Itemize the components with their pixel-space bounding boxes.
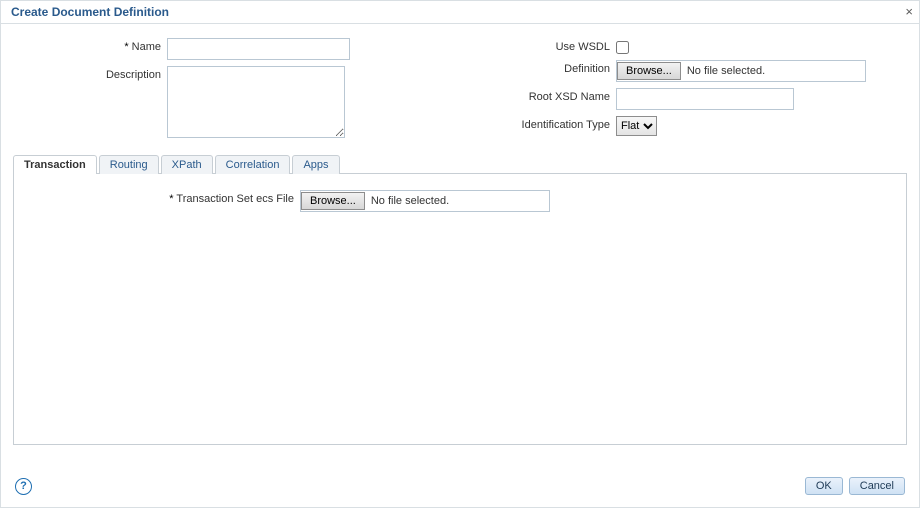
use-wsdl-label: Use WSDL [460, 38, 616, 53]
definition-file-field: Browse... No file selected. [616, 60, 866, 82]
tab-transaction[interactable]: Transaction [13, 155, 97, 174]
left-column: * Name Description [11, 38, 460, 144]
cancel-button[interactable]: Cancel [849, 477, 905, 495]
root-xsd-label: Root XSD Name [460, 88, 616, 103]
use-wsdl-checkbox[interactable] [616, 41, 629, 54]
transaction-panel: * Transaction Set ecs File Browse... No … [14, 174, 906, 234]
name-input[interactable] [167, 38, 350, 60]
tab-xpath[interactable]: XPath [161, 155, 213, 174]
ecs-browse-button[interactable]: Browse... [301, 192, 365, 210]
tab-panel: * Transaction Set ecs File Browse... No … [13, 173, 907, 445]
dialog-footer: ? OK Cancel [1, 469, 919, 507]
ok-button[interactable]: OK [805, 477, 843, 495]
definition-browse-button[interactable]: Browse... [617, 62, 681, 80]
ecs-file-field: Browse... No file selected. [300, 190, 550, 212]
form-area: * Name Description Use WSDL Definition B… [1, 24, 919, 152]
tab-routing[interactable]: Routing [99, 155, 159, 174]
definition-file-status: No file selected. [681, 65, 775, 77]
identification-type-label: Identification Type [460, 116, 616, 131]
tab-correlation[interactable]: Correlation [215, 155, 291, 174]
help-icon[interactable]: ? [15, 478, 32, 495]
description-textarea[interactable] [167, 66, 345, 138]
ecs-file-status: No file selected. [365, 195, 459, 207]
identification-type-select[interactable]: Flat [616, 116, 657, 136]
right-column: Use WSDL Definition Browse... No file se… [460, 38, 909, 144]
close-icon[interactable]: × [905, 5, 913, 18]
tab-apps[interactable]: Apps [292, 155, 339, 174]
root-xsd-input[interactable] [616, 88, 794, 110]
definition-label: Definition [460, 60, 616, 75]
create-document-definition-dialog: Create Document Definition × * Name Desc… [0, 0, 920, 508]
ecs-file-label: * Transaction Set ecs File [24, 190, 300, 205]
tabs-strip: Transaction Routing XPath Correlation Ap… [1, 154, 919, 173]
description-label: Description [11, 66, 167, 81]
name-label: * Name [11, 38, 167, 53]
dialog-title: Create Document Definition [11, 5, 169, 19]
dialog-titlebar: Create Document Definition × [1, 1, 919, 24]
